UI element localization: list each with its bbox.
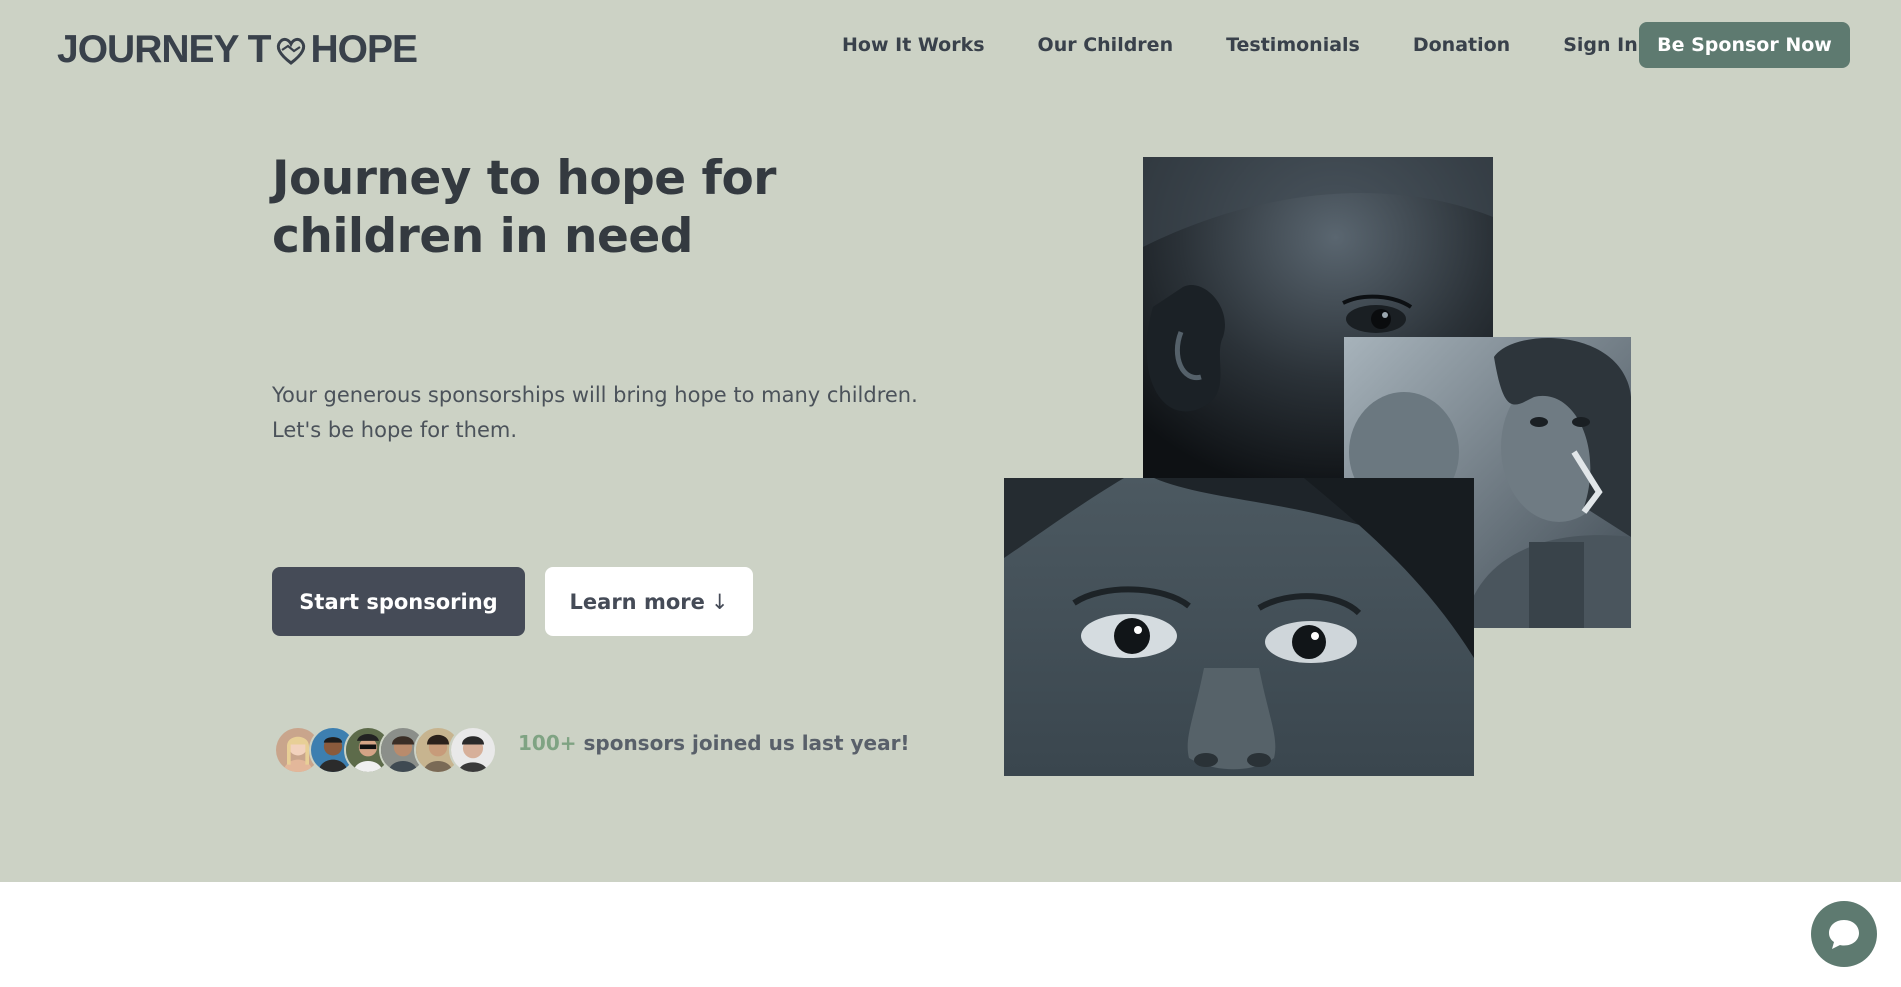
logo-text-part1: JOURNEY T bbox=[57, 28, 271, 71]
chat-button[interactable] bbox=[1811, 901, 1877, 967]
sponsors-label: sponsors joined us last year! bbox=[576, 731, 910, 755]
hero-subtitle-line2: Let's be hope for them. bbox=[272, 418, 518, 442]
nav-our-children[interactable]: Our Children bbox=[1038, 34, 1174, 56]
hero-title: Journey to hope for children in need bbox=[272, 150, 832, 266]
arrow-down-icon: ↓ bbox=[710, 589, 729, 614]
sponsor-avatars bbox=[274, 726, 497, 774]
sponsors-summary: 100+ sponsors joined us last year! bbox=[518, 731, 910, 757]
hero-subtitle: Your generous sponsorships will bring ho… bbox=[272, 378, 952, 448]
hero-title-line1: Journey to hope for bbox=[272, 151, 776, 206]
hero-title-line2: children in need bbox=[272, 209, 693, 264]
logo-text-part2: HOPE bbox=[310, 28, 419, 71]
be-sponsor-now-button[interactable]: Be Sponsor Now bbox=[1639, 22, 1850, 68]
child-photo-eyes bbox=[1004, 478, 1474, 776]
learn-more-label: Learn more bbox=[569, 589, 705, 614]
learn-more-button[interactable]: Learn more ↓ bbox=[545, 567, 753, 636]
chat-bubble-icon bbox=[1829, 920, 1859, 949]
main-nav: How It Works Our Children Testimonials D… bbox=[842, 22, 1691, 68]
site-logo[interactable]: JOURNEY T HOPE bbox=[57, 27, 419, 73]
heart-hands-icon bbox=[273, 32, 309, 68]
hero-subtitle-line1: Your generous sponsorships will bring ho… bbox=[272, 383, 918, 407]
nav-donation[interactable]: Donation bbox=[1413, 34, 1510, 56]
nav-how-it-works[interactable]: How It Works bbox=[842, 34, 985, 56]
start-sponsoring-button[interactable]: Start sponsoring bbox=[272, 567, 525, 636]
sponsors-count: 100+ bbox=[518, 731, 577, 755]
avatar bbox=[449, 726, 497, 774]
hero-section: JOURNEY T HOPE How It Works Our Children… bbox=[0, 0, 1901, 882]
nav-testimonials[interactable]: Testimonials bbox=[1226, 34, 1360, 56]
nav-sign-in[interactable]: Sign In bbox=[1563, 34, 1638, 56]
